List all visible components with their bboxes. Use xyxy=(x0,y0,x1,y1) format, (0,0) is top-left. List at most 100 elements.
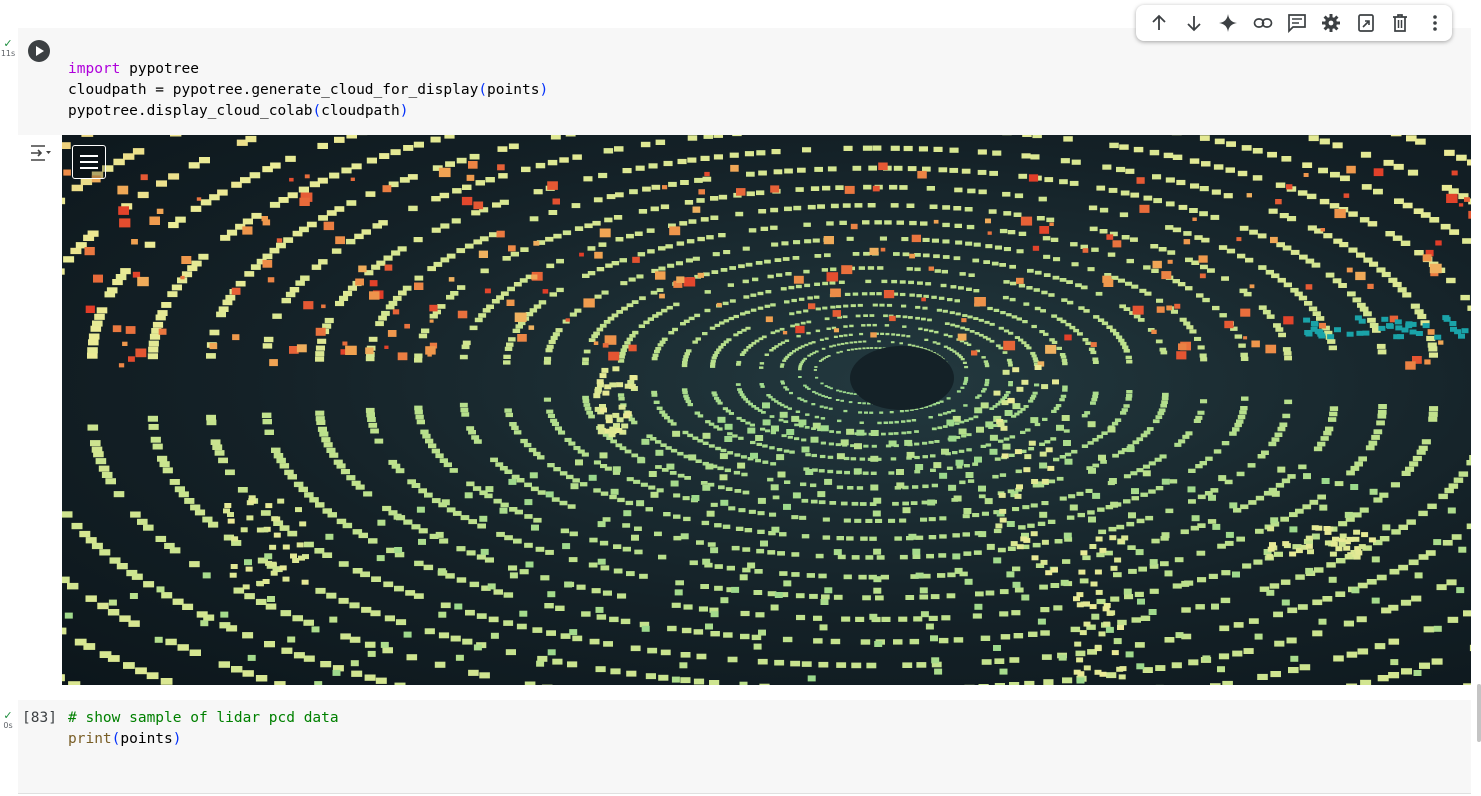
lidar-point xyxy=(637,252,646,257)
lidar-point xyxy=(1090,581,1098,587)
lidar-point xyxy=(709,326,716,330)
lidar-point xyxy=(975,396,980,399)
copy-link-button[interactable] xyxy=(1245,8,1279,38)
lidar-point xyxy=(807,675,816,682)
lidar-point xyxy=(1190,525,1199,531)
code-editor[interactable]: import pypotree cloudpath = pypotree.gen… xyxy=(18,28,1471,135)
lidar-point xyxy=(1002,191,1011,197)
lidar-point xyxy=(745,421,751,425)
lidar-point xyxy=(517,334,527,342)
execution-count: [83] xyxy=(22,710,57,726)
code-line[interactable]: # show sample of lidar pcd data xyxy=(68,708,339,729)
lidar-point xyxy=(299,197,310,206)
lidar-point xyxy=(744,151,754,157)
lidar-point xyxy=(954,187,963,193)
lidar-point xyxy=(1243,291,1252,297)
lidar-point xyxy=(429,304,438,312)
lidar-point xyxy=(1360,679,1372,685)
lidar-point xyxy=(1271,490,1280,497)
lidar-point xyxy=(819,405,824,408)
lidar-point xyxy=(771,149,781,155)
lidar-point xyxy=(1151,329,1157,334)
lidar-point xyxy=(703,135,713,139)
lidar-point xyxy=(189,561,200,568)
lidar-point xyxy=(592,220,601,226)
scrollbar[interactable] xyxy=(1477,684,1481,742)
lidar-point xyxy=(455,654,464,661)
point-cloud-viewer[interactable] xyxy=(62,135,1471,685)
lidar-point xyxy=(792,256,800,260)
lidar-point xyxy=(1318,167,1328,174)
lidar-point xyxy=(457,310,468,319)
lidar-point xyxy=(694,411,701,415)
mirror-cell-button[interactable] xyxy=(1349,8,1383,38)
lidar-point-cloud[interactable] xyxy=(62,135,1471,685)
lidar-point xyxy=(1273,323,1281,328)
code-text: pypotree xyxy=(120,61,199,77)
lidar-point xyxy=(1125,355,1132,360)
lidar-point xyxy=(1289,551,1297,557)
lidar-point xyxy=(144,241,156,248)
lidar-point xyxy=(999,508,1007,514)
lidar-point xyxy=(131,239,138,245)
lidar-point xyxy=(319,431,329,437)
lidar-point xyxy=(437,304,446,309)
lidar-point xyxy=(1088,467,1096,474)
lidar-point xyxy=(214,450,225,456)
lidar-point xyxy=(891,333,896,336)
lidar-point xyxy=(132,271,141,278)
lidar-point xyxy=(1002,443,1011,450)
viewer-menu-button[interactable] xyxy=(72,145,106,179)
lidar-point xyxy=(984,364,990,368)
code-line[interactable]: cloudpath = pypotree.generate_cloud_for_… xyxy=(68,80,548,101)
lidar-point xyxy=(341,167,352,174)
lidar-point xyxy=(1303,473,1311,480)
lidar-point xyxy=(128,356,135,362)
lidar-point xyxy=(843,518,851,523)
lidar-point xyxy=(1032,542,1041,548)
code-line[interactable]: pypotree.display_cloud_colab(cloudpath) xyxy=(68,101,408,122)
code-cell[interactable]: import pypotree cloudpath = pypotree.gen… xyxy=(18,28,1471,686)
move-down-button[interactable] xyxy=(1176,8,1210,38)
lidar-point xyxy=(1018,173,1028,179)
comment-button[interactable] xyxy=(1280,8,1314,38)
settings-button[interactable] xyxy=(1314,8,1348,38)
lidar-point xyxy=(891,279,898,284)
lidar-point xyxy=(789,352,794,355)
lidar-point xyxy=(1345,554,1353,559)
lidar-point xyxy=(289,177,294,182)
output-actions-icon[interactable] xyxy=(30,143,52,163)
lidar-point xyxy=(147,415,158,422)
lidar-point xyxy=(744,528,753,533)
code-line[interactable]: import pypotree xyxy=(68,59,199,80)
lidar-point xyxy=(1155,486,1164,491)
move-up-button[interactable] xyxy=(1142,8,1176,38)
gemini-button[interactable] xyxy=(1211,8,1245,38)
lidar-point xyxy=(1451,170,1458,176)
lidar-point xyxy=(1149,559,1158,566)
lidar-point xyxy=(962,514,970,519)
code-cell[interactable]: [83] # show sample of lidar pcd data pri… xyxy=(18,700,1471,794)
lidar-point xyxy=(1082,555,1091,561)
lidar-point xyxy=(1270,517,1279,524)
lidar-point xyxy=(799,363,803,366)
lidar-point xyxy=(757,529,765,534)
lidar-point xyxy=(394,547,403,553)
lidar-point xyxy=(549,292,557,297)
lidar-point xyxy=(1021,153,1031,159)
delete-cell-button[interactable] xyxy=(1383,8,1417,38)
lidar-point xyxy=(815,553,824,559)
lidar-point xyxy=(171,284,182,291)
lidar-point xyxy=(692,256,700,261)
lidar-point xyxy=(791,298,797,303)
more-actions-button[interactable] xyxy=(1418,8,1452,38)
code-line[interactable]: print(points) xyxy=(68,729,182,750)
lidar-point xyxy=(1125,281,1133,286)
lidar-point xyxy=(670,480,679,487)
lidar-point xyxy=(1165,225,1174,230)
lidar-point xyxy=(1447,507,1456,514)
lidar-point xyxy=(1463,683,1471,685)
run-cell-button[interactable] xyxy=(28,40,50,62)
lidar-point xyxy=(350,177,355,181)
lidar-point xyxy=(1303,317,1311,323)
